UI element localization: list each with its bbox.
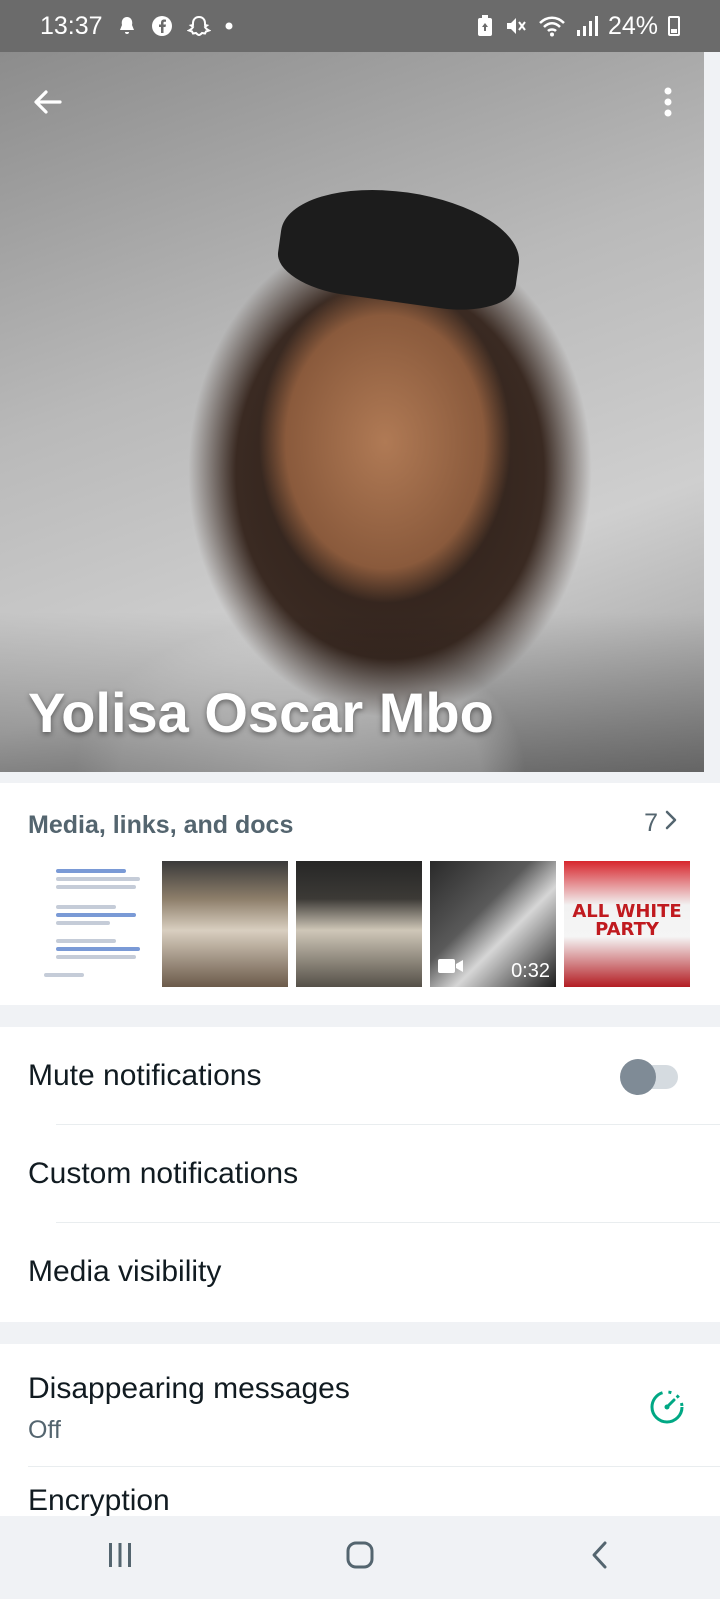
media-thumbnail-photo-1[interactable] — [162, 861, 288, 987]
video-camera-icon — [438, 958, 464, 979]
dot-icon — [225, 22, 233, 30]
recent-apps-icon — [106, 1541, 134, 1574]
media-thumbnail-poster[interactable]: ALL WHITE PARTY — [564, 861, 690, 987]
status-right: 24% — [476, 12, 680, 41]
divider — [28, 1466, 720, 1467]
media-section: Media, links, and docs 7 0:32 ALL WHITE … — [0, 783, 720, 1005]
video-duration: 0:32 — [511, 960, 550, 982]
disappearing-messages-label: Disappearing messages — [28, 1372, 350, 1405]
media-count: 7 — [644, 809, 658, 837]
toggle-knob — [620, 1059, 656, 1095]
home-icon — [345, 1540, 375, 1575]
battery-icon — [668, 16, 680, 36]
chevron-left-icon — [590, 1540, 610, 1575]
profile-name: Yolisa Oscar Mbo — [28, 681, 494, 744]
more-vert-icon — [663, 86, 673, 123]
media-visibility-label: Media visibility — [28, 1255, 222, 1288]
wifi-icon — [538, 15, 566, 37]
mute-icon — [504, 15, 528, 37]
mute-toggle[interactable] — [620, 1059, 678, 1095]
timer-icon — [648, 1388, 686, 1431]
status-bar: 13:37 24% — [0, 0, 720, 52]
chevron-right-icon — [664, 809, 678, 838]
media-thumbnail-video[interactable]: 0:32 — [430, 861, 556, 987]
notification-icon — [117, 15, 137, 37]
snapchat-icon — [186, 15, 211, 37]
media-count-button[interactable]: 7 — [644, 809, 678, 838]
media-visibility-row[interactable]: Media visibility — [28, 1223, 720, 1321]
status-time: 13:37 — [40, 11, 103, 40]
notification-settings: Mute notifications Custom notifications … — [0, 1027, 720, 1322]
custom-notifications-row[interactable]: Custom notifications — [28, 1125, 720, 1223]
system-back-button[interactable] — [555, 1528, 645, 1588]
media-heading[interactable]: Media, links, and docs — [28, 811, 293, 840]
mute-notifications-row[interactable]: Mute notifications — [28, 1027, 720, 1125]
recent-apps-button[interactable] — [75, 1528, 165, 1588]
photo-detail — [273, 175, 527, 319]
status-left: 13:37 — [40, 12, 233, 41]
custom-notifications-label: Custom notifications — [28, 1157, 299, 1190]
more-options-button[interactable] — [650, 82, 686, 126]
encryption-row[interactable]: Encryption — [28, 1484, 170, 1518]
media-thumbnail-screenshot[interactable] — [28, 861, 154, 987]
arrow-left-icon — [32, 86, 64, 123]
profile-photo[interactable] — [0, 52, 704, 772]
hero-edge — [704, 52, 720, 772]
back-button[interactable] — [26, 82, 70, 126]
privacy-settings: Disappearing messages Off Encryption — [0, 1344, 720, 1518]
system-navigation-bar — [0, 1516, 720, 1599]
poster-text: ALL WHITE PARTY — [572, 901, 682, 940]
media-thumbnails: 0:32 ALL WHITE PARTY — [28, 861, 690, 987]
signal-icon — [576, 15, 598, 37]
disappearing-messages-value: Off — [28, 1416, 61, 1444]
mute-notifications-label: Mute notifications — [28, 1059, 262, 1092]
media-thumbnail-photo-2[interactable] — [296, 861, 422, 987]
home-button[interactable] — [315, 1528, 405, 1588]
battery-saver-icon — [476, 15, 494, 37]
facebook-icon — [151, 15, 173, 37]
battery-percent: 24% — [607, 11, 658, 40]
